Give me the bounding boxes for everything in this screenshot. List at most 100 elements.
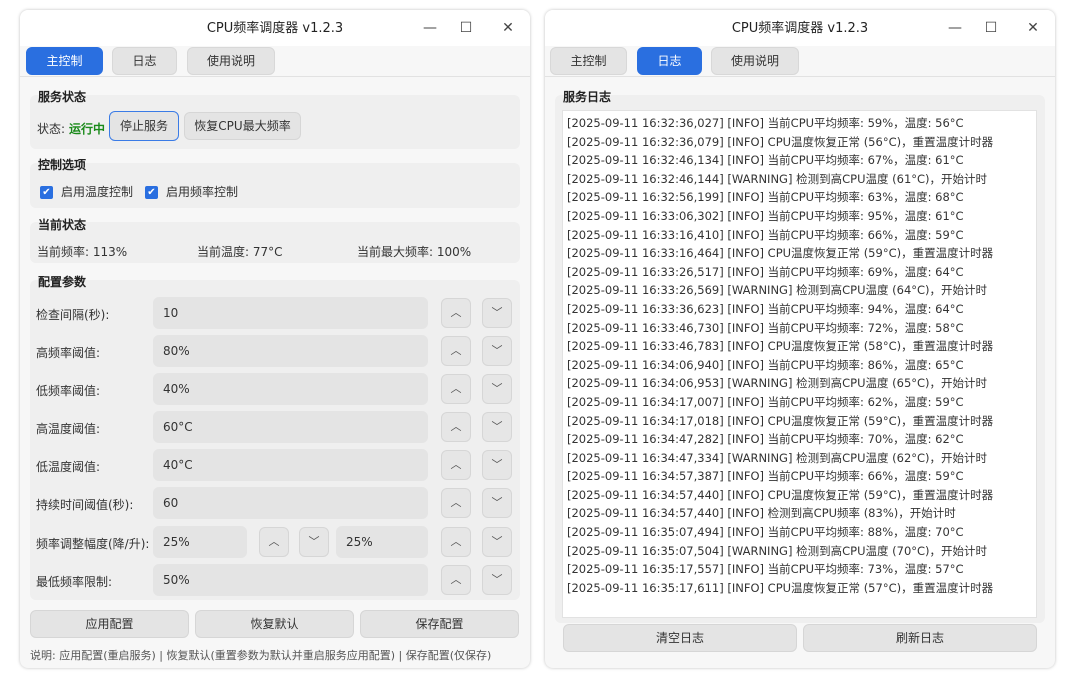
- config-row-label: 高频率阈值:: [36, 346, 101, 360]
- chevron-up-icon[interactable]: ︿: [441, 298, 471, 328]
- tab-main-control[interactable]: 主控制: [26, 47, 103, 75]
- log-line: [2025-09-11 16:32:56,199] [INFO] 当前CPU平均…: [567, 190, 964, 205]
- help-note: 说明: 应用配置(重启服务) | 恢复默认(重置参数为默认并重启服务应用配置) …: [30, 649, 492, 662]
- tab-instructions[interactable]: 使用说明: [711, 47, 799, 75]
- window-title: CPU频率调度器 v1.2.3: [206, 21, 344, 36]
- close-icon[interactable]: ✕: [498, 18, 518, 38]
- chevron-up-icon[interactable]: ︿: [441, 527, 471, 557]
- log-line: [2025-09-11 16:33:46,783] [INFO] CPU温度恢复…: [567, 339, 994, 354]
- refresh-log-button[interactable]: 刷新日志: [803, 624, 1037, 652]
- log-line: [2025-09-11 16:34:06,940] [INFO] 当前CPU平均…: [567, 357, 964, 372]
- current-freq: 当前频率: 113%: [37, 245, 128, 259]
- log-text-area[interactable]: [2025-09-11 16:32:36,027] [INFO] 当前CPU平均…: [562, 110, 1037, 618]
- log-line: [2025-09-11 16:33:06,302] [INFO] 当前CPU平均…: [567, 208, 964, 223]
- title-bar: CPU频率调度器 v1.2.3: [545, 10, 1055, 46]
- config-row-input[interactable]: 10: [153, 297, 428, 329]
- main-control-window: CPU频率调度器 v1.2.3 — ☐ ✕ 主控制 日志 使用说明 服务状态 状…: [20, 10, 530, 668]
- current-max-freq: 当前最大频率: 100%: [357, 245, 472, 259]
- log-line: [2025-09-11 16:34:57,440] [INFO] CPU温度恢复…: [567, 487, 994, 502]
- chevron-down-icon[interactable]: ﹀: [482, 565, 512, 595]
- temp-control-checkbox[interactable]: ✔ 启用温度控制: [40, 183, 133, 200]
- chevron-down-icon[interactable]: ﹀: [482, 298, 512, 328]
- log-line: [2025-09-11 16:35:07,504] [WARNING] 检测到高…: [567, 543, 988, 558]
- freq-control-checkbox[interactable]: ✔ 启用频率控制: [145, 183, 238, 200]
- minimize-icon[interactable]: —: [945, 18, 965, 38]
- log-line: [2025-09-11 16:32:36,079] [INFO] CPU温度恢复…: [567, 134, 994, 149]
- log-line: [2025-09-11 16:32:36,027] [INFO] 当前CPU平均…: [567, 116, 964, 130]
- log-line: [2025-09-11 16:33:26,517] [INFO] 当前CPU平均…: [567, 264, 964, 279]
- chevron-up-icon[interactable]: ︿: [259, 527, 289, 557]
- adjust-down-input[interactable]: 25%: [153, 526, 247, 558]
- log-line: [2025-09-11 16:34:57,387] [INFO] 当前CPU平均…: [567, 469, 964, 484]
- maximize-icon[interactable]: ☐: [456, 18, 476, 38]
- tab-divider: [545, 76, 1055, 77]
- chevron-down-icon[interactable]: ﹀: [482, 527, 512, 557]
- minimize-icon[interactable]: —: [420, 18, 440, 38]
- apply-config-button[interactable]: 应用配置: [30, 610, 189, 638]
- config-row-input[interactable]: 80%: [153, 335, 428, 367]
- chevron-down-icon[interactable]: ﹀: [299, 527, 329, 557]
- log-line: [2025-09-11 16:33:26,569] [WARNING] 检测到高…: [567, 283, 988, 298]
- chevron-down-icon[interactable]: ﹀: [482, 450, 512, 480]
- log-line: [2025-09-11 16:33:16,410] [INFO] 当前CPU平均…: [567, 227, 964, 242]
- chevron-down-icon[interactable]: ﹀: [482, 374, 512, 404]
- config-title: 配置参数: [38, 275, 87, 289]
- tab-log[interactable]: 日志: [112, 47, 177, 75]
- config-row-input[interactable]: 60: [153, 487, 428, 519]
- current-status-title: 当前状态: [38, 218, 87, 232]
- tab-instructions[interactable]: 使用说明: [187, 47, 275, 75]
- log-line: [2025-09-11 16:35:17,611] [INFO] CPU温度恢复…: [567, 580, 994, 595]
- chevron-up-icon[interactable]: ︿: [441, 450, 471, 480]
- config-row-input[interactable]: 40°C: [153, 449, 428, 481]
- window-title: CPU频率调度器 v1.2.3: [731, 21, 869, 36]
- log-line: [2025-09-11 16:35:17,557] [INFO] 当前CPU平均…: [567, 562, 964, 577]
- chevron-down-icon[interactable]: ﹀: [482, 336, 512, 366]
- chevron-up-icon[interactable]: ︿: [441, 565, 471, 595]
- close-icon[interactable]: ✕: [1023, 18, 1043, 38]
- min-freq-input[interactable]: 50%: [153, 564, 428, 596]
- log-line: [2025-09-11 16:32:46,134] [INFO] 当前CPU平均…: [567, 153, 964, 168]
- chevron-up-icon[interactable]: ︿: [441, 336, 471, 366]
- config-row-label: 检查间隔(秒):: [36, 308, 110, 322]
- current-temp: 当前温度: 77°C: [197, 245, 283, 259]
- chevron-down-icon[interactable]: ﹀: [482, 488, 512, 518]
- freq-control-label: 启用频率控制: [166, 185, 239, 199]
- title-bar: CPU频率调度器 v1.2.3: [20, 10, 530, 46]
- log-line: [2025-09-11 16:35:07,494] [INFO] 当前CPU平均…: [567, 525, 964, 540]
- log-line: [2025-09-11 16:34:17,007] [INFO] 当前CPU平均…: [567, 394, 964, 409]
- chevron-down-icon[interactable]: ﹀: [482, 412, 512, 442]
- adjust-label: 频率调整幅度(降/升):: [36, 537, 150, 551]
- log-line: [2025-09-11 16:33:46,730] [INFO] 当前CPU平均…: [567, 320, 964, 335]
- log-window: CPU频率调度器 v1.2.3 — ☐ ✕ 主控制 日志 使用说明 服务日志 […: [545, 10, 1055, 668]
- config-row-input[interactable]: 40%: [153, 373, 428, 405]
- temp-control-label: 启用温度控制: [61, 185, 134, 199]
- log-line: [2025-09-11 16:34:47,282] [INFO] 当前CPU平均…: [567, 432, 964, 447]
- log-line: [2025-09-11 16:34:17,018] [INFO] CPU温度恢复…: [567, 413, 994, 428]
- maximize-icon[interactable]: ☐: [981, 18, 1001, 38]
- log-line: [2025-09-11 16:34:47,334] [WARNING] 检测到高…: [567, 450, 988, 465]
- log-line: [2025-09-11 16:32:46,144] [WARNING] 检测到高…: [567, 171, 988, 186]
- clear-log-button[interactable]: 清空日志: [563, 624, 797, 652]
- adjust-up-input[interactable]: 25%: [336, 526, 428, 558]
- config-row-label: 高温度阈值:: [36, 422, 101, 436]
- min-freq-label: 最低频率限制:: [36, 575, 113, 589]
- log-line: [2025-09-11 16:33:16,464] [INFO] CPU温度恢复…: [567, 246, 994, 261]
- log-line: [2025-09-11 16:34:06,953] [WARNING] 检测到高…: [567, 376, 988, 391]
- config-row-label: 低频率阈值:: [36, 384, 101, 398]
- chevron-up-icon[interactable]: ︿: [441, 374, 471, 404]
- restore-max-freq-button[interactable]: 恢复CPU最大频率: [184, 112, 301, 140]
- log-line: [2025-09-11 16:33:36,623] [INFO] 当前CPU平均…: [567, 301, 964, 316]
- save-config-button[interactable]: 保存配置: [360, 610, 519, 638]
- tab-divider: [20, 76, 530, 77]
- status-label: 状态:: [37, 122, 66, 136]
- checkbox-checked-icon: ✔: [145, 186, 158, 199]
- chevron-up-icon[interactable]: ︿: [441, 412, 471, 442]
- checkbox-checked-icon: ✔: [40, 186, 53, 199]
- tab-log[interactable]: 日志: [637, 47, 702, 75]
- tab-main-control[interactable]: 主控制: [550, 47, 627, 75]
- stop-service-button[interactable]: 停止服务: [109, 111, 179, 141]
- control-options-title: 控制选项: [38, 158, 87, 172]
- config-row-input[interactable]: 60°C: [153, 411, 428, 443]
- chevron-up-icon[interactable]: ︿: [441, 488, 471, 518]
- restore-default-button[interactable]: 恢复默认: [195, 610, 354, 638]
